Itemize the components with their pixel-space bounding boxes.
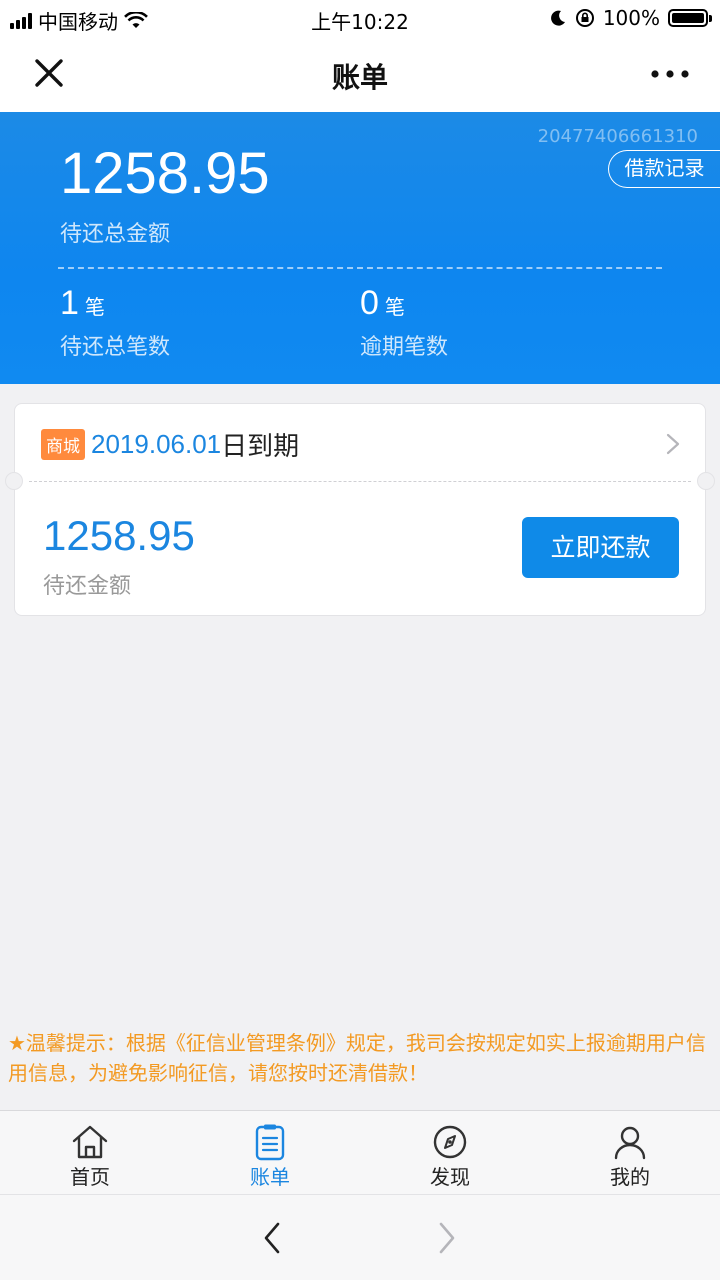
tab-mine[interactable]: 我的 <box>540 1111 720 1194</box>
account-number: 20477406661310 <box>537 126 698 147</box>
overdue-unit: 笔 <box>384 295 405 319</box>
page-title: 账单 <box>331 61 388 94</box>
back-arrow-icon[interactable] <box>262 1221 282 1255</box>
browser-nav-bar <box>0 1194 720 1280</box>
user-icon <box>614 1126 646 1160</box>
due-text: 日到期 <box>221 432 300 462</box>
total-amount: 1258.95 <box>60 141 270 206</box>
status-bar: 中国移动 上午10:22 100% <box>0 0 720 36</box>
chevron-right-icon[interactable] <box>665 432 681 456</box>
more-icon[interactable] <box>650 64 690 84</box>
pending-count-label: 待还总笔数 <box>60 335 171 360</box>
loan-record-button[interactable]: 借款记录 <box>608 150 720 188</box>
bill-icon <box>255 1124 285 1161</box>
repay-now-button[interactable]: 立即还款 <box>522 517 679 578</box>
tab-bar: 首页 账单 发现 我的 <box>0 1110 720 1194</box>
tab-bill-label: 账单 <box>250 1165 290 1189</box>
battery-icon <box>668 9 712 27</box>
due-date: 2019.06.01 <box>91 429 222 459</box>
navigation-bar: 账单 <box>0 36 720 112</box>
overdue-count: 0 <box>360 284 379 322</box>
tab-home-label: 首页 <box>70 1165 110 1189</box>
moon-icon <box>550 10 565 26</box>
forward-arrow-icon[interactable] <box>437 1221 457 1255</box>
pending-unit: 笔 <box>84 295 105 319</box>
tab-mine-label: 我的 <box>610 1165 650 1189</box>
rotation-lock-icon <box>575 9 594 27</box>
tab-bill[interactable]: 账单 <box>180 1111 360 1194</box>
overdue-count-stat: 0笔 逾期笔数 <box>360 284 448 361</box>
bill-amount: 1258.95 <box>43 512 195 559</box>
battery-percent: 100% <box>602 6 660 30</box>
card-notch-right <box>697 472 715 490</box>
bill-card-header[interactable]: 商城 2019.06.01 日到期 <box>41 426 299 463</box>
summary-divider <box>58 267 662 269</box>
card-notch-left <box>5 472 23 490</box>
bill-amount-label: 待还金额 <box>43 574 132 599</box>
tab-discover-label: 发现 <box>430 1165 470 1189</box>
pending-count: 1 <box>60 284 79 322</box>
total-amount-label: 待还总金额 <box>60 222 171 247</box>
tab-discover[interactable]: 发现 <box>360 1111 540 1194</box>
home-icon <box>72 1125 108 1159</box>
pending-count-stat: 1笔 待还总笔数 <box>60 284 170 361</box>
mall-tag: 商城 <box>41 429 85 460</box>
card-separator <box>29 481 691 482</box>
tab-home[interactable]: 首页 <box>0 1111 180 1194</box>
status-right: 100% <box>549 6 712 30</box>
compass-icon <box>433 1125 467 1159</box>
bill-summary: 20477406661310 借款记录 1258.95 待还总金额 1笔 待还总… <box>0 112 720 384</box>
overdue-count-label: 逾期笔数 <box>360 335 449 360</box>
bill-card: 商城 2019.06.01 日到期 1258.95 待还金额 立即还款 <box>5 403 715 616</box>
credit-notice: ★温馨提示：根据《征信业管理条例》规定，我司会按规定如实上报逾期用户信用信息，为… <box>8 1031 706 1085</box>
